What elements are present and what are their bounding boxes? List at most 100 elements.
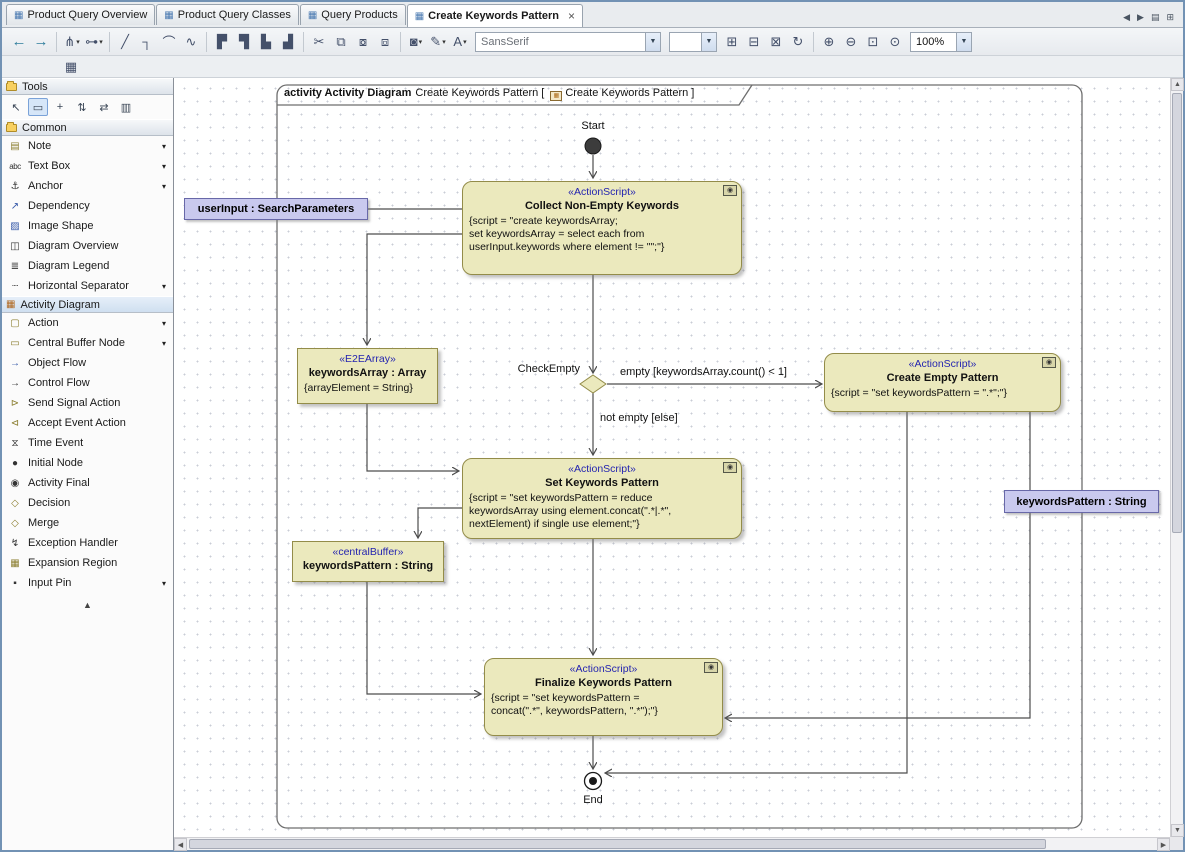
selection-tool-icon[interactable]: ▭: [28, 98, 48, 116]
cut-icon[interactable]: ✂: [308, 31, 330, 53]
edge-create-empty-to-finalize[interactable]: [725, 412, 1030, 718]
edge-set-to-keywordspattern[interactable]: [418, 508, 462, 538]
palette-item-image-shape[interactable]: ▨Image Shape: [2, 216, 173, 236]
font-family-select[interactable]: SansSerif ▼: [475, 32, 661, 52]
font-size-select[interactable]: ▼: [669, 32, 717, 52]
scroll-tabs-left-icon[interactable]: ◀: [1123, 12, 1130, 23]
action-finalize-keywords-pattern[interactable]: ◉ «ActionScript» Finalize Keywords Patte…: [484, 658, 723, 736]
decision-name-label[interactable]: CheckEmpty: [484, 363, 580, 375]
make-same-height-icon[interactable]: ⊟: [743, 31, 765, 53]
zoom-out-icon[interactable]: ⊖: [840, 31, 862, 53]
paste-icon[interactable]: ⧇: [352, 31, 374, 53]
palette-item-merge[interactable]: ◇Merge: [2, 513, 173, 533]
diagram-grid-icon[interactable]: ▦: [60, 57, 82, 77]
pin-keywordspattern-string[interactable]: keywordsPattern : String: [1004, 490, 1159, 513]
swimlane-tool-icon[interactable]: ▥: [116, 98, 136, 116]
align-center-icon[interactable]: ▜: [233, 31, 255, 53]
diagram-canvas[interactable]: activity Activity DiagramCreate Keywords…: [174, 78, 1170, 837]
chevron-down-icon[interactable]: ▾: [162, 579, 168, 588]
close-icon[interactable]: ×: [568, 11, 575, 21]
initial-node[interactable]: [585, 138, 601, 154]
palette-item-initial-node[interactable]: ●Initial Node: [2, 453, 173, 473]
font-color-icon[interactable]: A▾: [449, 31, 471, 53]
palette-item-send-signal-action[interactable]: ⊳Send Signal Action: [2, 393, 173, 413]
palette-scroll-up-icon[interactable]: ▲: [2, 593, 173, 617]
autosize-icon[interactable]: ⊠: [765, 31, 787, 53]
related-elements-icon[interactable]: ⊶▾: [83, 31, 105, 53]
align-left-icon[interactable]: ▛: [211, 31, 233, 53]
buffer-keywordspattern[interactable]: «centralBuffer» keywordsPattern : String: [292, 541, 444, 582]
palette-item-text-box[interactable]: abcText Box▾: [2, 156, 173, 176]
palette-item-expansion-region[interactable]: ▦Expansion Region: [2, 553, 173, 573]
edge-keywordspattern-to-finalize[interactable]: [367, 582, 481, 694]
guard-empty-label[interactable]: empty [keywordsArray.count() < 1]: [620, 366, 787, 378]
make-same-width-icon[interactable]: ⊞: [721, 31, 743, 53]
palette-item-action[interactable]: ▢Action▾: [2, 313, 173, 333]
palette-item-activity-final[interactable]: ◉Activity Final: [2, 473, 173, 493]
palette-item-central-buffer-node[interactable]: ▭Central Buffer Node▾: [2, 333, 173, 353]
palette-item-dependency[interactable]: ↗Dependency: [2, 196, 173, 216]
scroll-left-icon[interactable]: ◀: [174, 838, 187, 851]
palette-section-activity-diagram[interactable]: ▦ Activity Diagram: [2, 296, 173, 313]
refresh-icon[interactable]: ↻: [787, 31, 809, 53]
chevron-down-icon[interactable]: ▾: [162, 142, 168, 151]
palette-item-input-pin[interactable]: ▪Input Pin▾: [2, 573, 173, 593]
action-collect-non-empty-keywords[interactable]: ◉ «ActionScript» Collect Non-Empty Keywo…: [462, 181, 742, 275]
back-icon[interactable]: ←: [8, 31, 30, 53]
buffer-keywordsarray[interactable]: «E2EArray» keywordsArray : Array {arrayE…: [297, 348, 438, 404]
chevron-down-icon[interactable]: ▾: [162, 182, 168, 191]
fill-color-icon[interactable]: ◙▾: [405, 31, 427, 53]
tab-query-products[interactable]: ▦Query Products: [300, 4, 406, 25]
chevron-down-icon[interactable]: ▾: [162, 319, 168, 328]
scroll-up-icon[interactable]: ▲: [1171, 78, 1184, 91]
tab-list-icon[interactable]: ▤: [1151, 12, 1160, 23]
action-set-keywords-pattern[interactable]: ◉ «ActionScript» Set Keywords Pattern {s…: [462, 458, 742, 539]
copy-icon[interactable]: ⧉: [330, 31, 352, 53]
chevron-down-icon[interactable]: ▾: [162, 162, 168, 171]
palette-item-diagram-overview[interactable]: ◫Diagram Overview: [2, 236, 173, 256]
fit-in-window-icon[interactable]: ⊡: [862, 31, 884, 53]
zoom-in-icon[interactable]: ⊕: [818, 31, 840, 53]
distribute-horizontal-icon[interactable]: ⇄: [94, 98, 114, 116]
chevron-down-icon[interactable]: ▼: [645, 33, 660, 51]
horizontal-scrollbar[interactable]: ◀ ▶: [174, 837, 1170, 850]
scroll-right-icon[interactable]: ▶: [1157, 838, 1170, 851]
decision-diamond[interactable]: [580, 375, 606, 393]
horizontal-scroll-thumb[interactable]: [189, 839, 1046, 849]
palette-item-anchor[interactable]: ⚓Anchor▾: [2, 176, 173, 196]
pan-tool-icon[interactable]: +: [50, 98, 70, 116]
palette-item-decision[interactable]: ◇Decision: [2, 493, 173, 513]
action-create-empty-pattern[interactable]: ◉ «ActionScript» Create Empty Pattern {s…: [824, 353, 1061, 412]
palette-section-tools[interactable]: Tools: [2, 78, 173, 95]
containment-layout-icon[interactable]: ⋔▾: [61, 31, 83, 53]
palette-section-common[interactable]: Common: [2, 119, 173, 136]
oblique-path-icon[interactable]: ╱: [114, 31, 136, 53]
pin-userinput-searchparameters[interactable]: userInput : SearchParameters: [184, 198, 368, 220]
rectilinear-path-icon[interactable]: ┐: [136, 31, 158, 53]
palette-item-accept-event-action[interactable]: ⊲Accept Event Action: [2, 413, 173, 433]
palette-item-time-event[interactable]: ⧖Time Event: [2, 433, 173, 453]
align-bottom-icon[interactable]: ▙: [255, 31, 277, 53]
edge-keywordsarray-to-set[interactable]: [367, 404, 459, 471]
tab-product-query-overview[interactable]: ▦Product Query Overview: [6, 4, 155, 25]
paste-special-icon[interactable]: ⧈: [374, 31, 396, 53]
vertical-scrollbar[interactable]: ▲ ▼: [1170, 78, 1183, 837]
edge-collect-to-keywordsarray[interactable]: [367, 234, 462, 345]
maximize-diagram-icon[interactable]: ⊞: [1166, 12, 1174, 23]
forward-icon[interactable]: →: [30, 31, 52, 53]
chevron-down-icon[interactable]: ▼: [956, 33, 971, 51]
pointer-tool-icon[interactable]: ↖: [6, 98, 26, 116]
tab-product-query-classes[interactable]: ▦Product Query Classes: [156, 4, 299, 25]
guard-not-empty-label[interactable]: not empty [else]: [600, 412, 678, 424]
pen-color-icon[interactable]: ✎▾: [427, 31, 449, 53]
chevron-down-icon[interactable]: ▾: [162, 339, 168, 348]
zoom-select[interactable]: 100% ▼: [910, 32, 972, 52]
palette-item-diagram-legend[interactable]: ≣Diagram Legend: [2, 256, 173, 276]
scroll-down-icon[interactable]: ▼: [1171, 824, 1184, 837]
rounded-path-icon[interactable]: ⌒: [158, 31, 180, 53]
tab-create-keywords-pattern[interactable]: ▦Create Keywords Pattern×: [407, 4, 583, 27]
palette-item-object-flow[interactable]: →Object Flow: [2, 353, 173, 373]
palette-item-note[interactable]: ▤Note▾: [2, 136, 173, 156]
spline-path-icon[interactable]: ∿: [180, 31, 202, 53]
palette-item-horizontal-separator[interactable]: ┈Horizontal Separator▾: [2, 276, 173, 296]
